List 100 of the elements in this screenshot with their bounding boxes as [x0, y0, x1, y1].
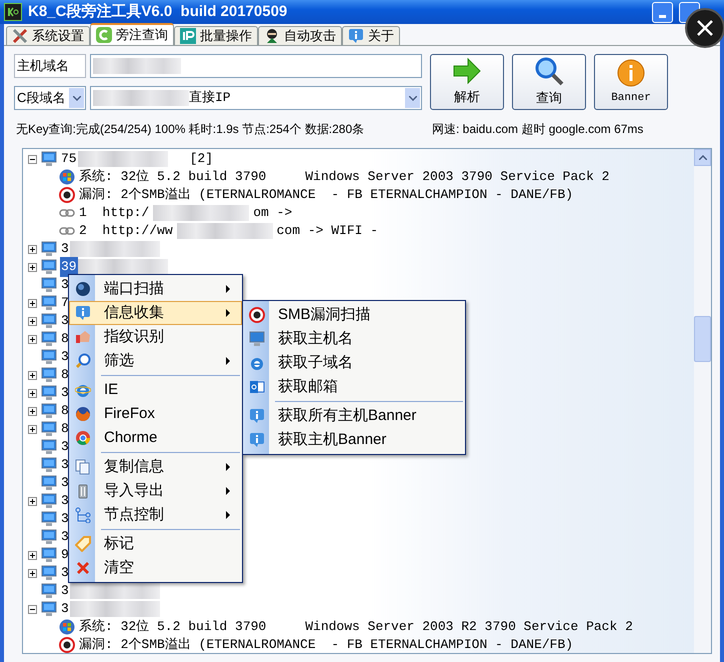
collapse-toggle[interactable]	[28, 154, 36, 164]
monitor-icon	[41, 313, 57, 329]
tree-node[interactable]: 3	[60, 473, 70, 493]
menu-item[interactable]: SMB漏洞扫描	[243, 303, 465, 327]
tree-node[interactable]: 3	[60, 437, 70, 457]
tree-node[interactable]: 3	[60, 563, 70, 583]
tab[interactable]: 系统设置	[6, 26, 90, 45]
monitor-icon	[249, 331, 265, 347]
expand-toggle[interactable]	[28, 568, 36, 578]
expand-toggle[interactable]	[28, 244, 36, 254]
info-icon	[75, 305, 91, 321]
expand-toggle[interactable]	[28, 334, 36, 344]
tree-node[interactable]: 3	[60, 455, 70, 475]
monitor-icon	[41, 277, 57, 293]
globe-icon	[75, 281, 91, 297]
expand-toggle[interactable]	[28, 388, 36, 398]
colored-circle-icon	[75, 430, 91, 446]
scroll-thumb[interactable]	[694, 316, 711, 362]
scroll-up-button[interactable]	[694, 149, 711, 166]
arrow-right-icon	[452, 57, 482, 86]
monitor-icon	[41, 331, 57, 347]
menu-item[interactable]: 端口扫描	[69, 277, 242, 301]
tree-node[interactable]: 3	[60, 311, 70, 331]
expand-toggle[interactable]	[28, 316, 36, 326]
expand-toggle[interactable]	[28, 496, 36, 506]
c-letter-icon	[96, 27, 112, 43]
ip-badge-icon	[180, 28, 196, 44]
search-icon	[534, 56, 564, 86]
monitor-icon	[41, 295, 57, 311]
expand-toggle[interactable]	[28, 550, 36, 560]
system-info-text: 系统: 32位 5.2 build 3790 Windows Server 2003 3790 Service Pack 2	[79, 168, 610, 186]
menu-item[interactable]: 获取所有主机Banner	[243, 404, 465, 428]
menu-item[interactable]: 导入导出	[69, 479, 242, 503]
menu-item[interactable]: 清空	[69, 556, 242, 580]
menu-item[interactable]: 指纹识别	[69, 325, 242, 349]
menu-item[interactable]: IE	[69, 378, 242, 402]
tab[interactable]: 旁注查询	[90, 23, 174, 45]
input-field[interactable]	[90, 54, 422, 78]
system-info-text: 系统: 32位 5.2 build 3790 Windows Server 2003 R2 3790 Service Pack 2	[79, 618, 633, 636]
tree-node[interactable]: 3	[60, 491, 70, 511]
monitor-icon	[41, 547, 57, 563]
info-icon	[249, 432, 265, 448]
menu-item[interactable]: FireFox	[69, 402, 242, 426]
tree-node[interactable]: 3	[60, 581, 70, 601]
menu-item[interactable]: 筛选	[69, 349, 242, 373]
monitor-icon	[41, 259, 57, 275]
app-logo-icon	[4, 3, 22, 21]
action-button[interactable]: Banner	[594, 54, 668, 110]
tree-node[interactable]: 75	[60, 149, 78, 169]
action-button[interactable]: 解析	[430, 54, 504, 110]
tree-node[interactable]: 8	[60, 401, 70, 421]
windows-logo-icon	[59, 169, 75, 185]
collapse-toggle[interactable]	[28, 604, 36, 614]
tag-icon	[75, 536, 91, 552]
tree-node[interactable]: 3	[60, 527, 70, 547]
tree-node[interactable]: 8	[60, 365, 70, 385]
tree-node[interactable]: 7	[60, 293, 70, 313]
tree-node[interactable]: 39	[60, 257, 78, 277]
tree-node[interactable]: 9	[60, 545, 70, 565]
menu-item[interactable]: 复制信息	[69, 455, 242, 479]
expand-toggle[interactable]	[28, 262, 36, 272]
monitor-icon	[41, 367, 57, 383]
tree-node[interactable]: 3	[60, 347, 70, 367]
tab[interactable]: 自动攻击	[258, 26, 342, 45]
tree-node[interactable]: 3	[60, 275, 70, 295]
dropdown[interactable]: C段域名	[14, 86, 86, 110]
menu-item[interactable]: 获取主机Banner	[243, 428, 465, 452]
tab[interactable]: 批量操作	[174, 26, 258, 45]
monitor-icon	[41, 403, 57, 419]
vulnerability-text: 漏洞: 2个SMB溢出 (ETERNALROMANCE - FB ETERNALCHAMPION - DANE/FB)	[79, 186, 574, 204]
pointing-hand-icon	[75, 329, 91, 345]
chain-link-icon	[59, 208, 75, 218]
action-button[interactable]: 查询	[512, 54, 586, 110]
tree-node[interactable]: 8	[60, 329, 70, 349]
chain-link-icon	[59, 226, 75, 236]
monitor-icon	[41, 151, 57, 167]
menu-item[interactable]: 标记	[69, 532, 242, 556]
menu-item[interactable]: Chorme	[69, 426, 242, 450]
expand-toggle[interactable]	[28, 298, 36, 308]
tree-node[interactable]: 3	[60, 383, 70, 403]
menu-item[interactable]: 获取邮箱	[243, 375, 465, 399]
combo-box[interactable]: 直接IP	[90, 86, 422, 110]
tab[interactable]: 关于	[342, 26, 400, 45]
expand-toggle[interactable]	[28, 424, 36, 434]
url-text: om ->	[253, 204, 292, 222]
menu-item[interactable]: 获取主机名	[243, 327, 465, 351]
tree-node[interactable]: 3	[60, 239, 70, 259]
tree-node[interactable]: 3	[60, 599, 70, 619]
minimize-button[interactable]	[652, 2, 673, 22]
menu-item[interactable]: 获取子域名	[243, 351, 465, 375]
monitor-icon	[41, 601, 57, 617]
tree-node[interactable]: 8	[60, 419, 70, 439]
vulnerability-text: 漏洞: 2个SMB溢出 (ETERNALROMANCE - FB ETERNALCHAMPION - DANE/FB)	[79, 636, 574, 653]
menu-item[interactable]: 节点控制	[69, 503, 242, 527]
menu-item[interactable]: 信息收集	[69, 301, 242, 325]
window-title: K8_C段旁注工具V6.0 build 20170509	[28, 2, 288, 22]
tree-node[interactable]: 3	[60, 509, 70, 529]
expand-toggle[interactable]	[28, 370, 36, 380]
magnifier-icon	[75, 353, 91, 369]
expand-toggle[interactable]	[28, 406, 36, 416]
